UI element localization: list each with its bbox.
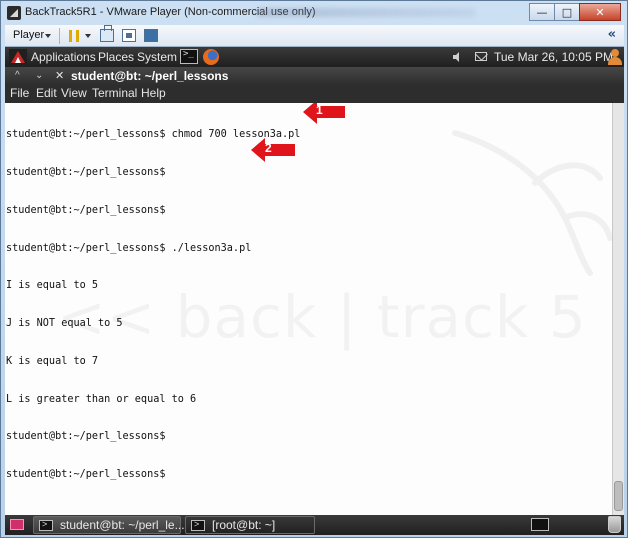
terminal-body[interactable]: << back | track 5 student@bt:~/perl_less… [5,103,624,515]
menu-help[interactable]: Help [141,86,166,100]
places-menu[interactable]: Places [98,50,134,64]
annotation-number: 1 [316,103,323,117]
collapse-toolbar-icon[interactable]: « [608,27,616,42]
menu-file[interactable]: File [10,86,29,100]
close-button[interactable]: ✕ [579,3,621,21]
terminal-close-icon[interactable]: ✕ [55,69,64,82]
backtrack-logo-icon[interactable] [9,49,27,65]
vmware-window: BackTrack5R1 - VMware Player (Non-commer… [0,0,628,538]
terminal-line: student@bt:~/perl_lessons$ [6,469,166,481]
volume-icon[interactable] [452,52,462,62]
terminal-titlebar[interactable]: ^ ⌄ ✕ student@bt: ~/perl_lessons [5,67,624,85]
trash-icon[interactable] [608,516,621,533]
annotation-arrow-1: 1 [303,103,345,124]
terminal-icon [39,519,53,531]
minimize-icon: — [536,5,548,19]
toolbar-separator [59,28,60,44]
minimize-button[interactable]: — [529,3,555,21]
network-devices-icon[interactable] [100,25,114,42]
taskbar-item-label: student@bt: ~/perl_le... [60,518,185,532]
gnome-bottom-panel: student@bt: ~/perl_le... [root@bt: ~] [5,515,624,535]
terminal-title: student@bt: ~/perl_lessons [71,69,229,83]
menu-edit[interactable]: Edit [36,86,57,100]
blurred-path [256,8,476,17]
taskbar-item-label: [root@bt: ~] [212,518,276,532]
terminal-line: student@bt:~/perl_lessons$ [6,166,166,178]
fullscreen-icon[interactable] [122,29,136,42]
gnome-top-panel: Applications Places System Tue Mar 26, 1… [5,47,624,67]
terminal-line: K is equal to 7 [6,355,99,367]
window-titlebar[interactable]: BackTrack5R1 - VMware Player (Non-commer… [1,1,627,25]
terminal-line: I is equal to 5 [6,280,99,292]
terminal-line: student@bt:~/perl_lessons$ ./lesson3a.pl [6,242,252,254]
annotation-arrow-2: 2 [251,138,295,162]
terminal-line: student@bt:~/perl_lessons$ [6,204,166,216]
terminal-line: J is NOT equal to 5 [6,318,123,330]
terminal-icon [191,519,205,531]
menu-view[interactable]: View [61,86,87,100]
maximize-icon: □ [561,5,573,19]
applications-menu[interactable]: Applications [31,50,96,64]
mail-icon[interactable] [475,52,487,61]
close-icon: ✕ [595,5,605,19]
terminal-line: student@bt:~/perl_lessons$ [6,431,166,443]
maximize-button[interactable]: □ [554,3,580,21]
pause-icon[interactable] [69,30,79,42]
vmware-app-icon [7,6,21,20]
guest-screen: Applications Places System Tue Mar 26, 1… [5,47,624,535]
panel-clock[interactable]: Tue Mar 26, 10:05 PM [494,50,613,64]
terminal-tray-icon[interactable] [531,518,549,531]
terminal-line: L is greater than or equal to 6 [6,393,197,405]
red-arrow-icon [303,103,345,124]
red-arrow-icon [251,138,295,162]
firefox-icon[interactable] [203,49,219,65]
terminal-scrollbar[interactable] [612,103,624,515]
system-menu[interactable]: System [137,50,177,64]
terminal-launcher-icon[interactable] [180,49,198,64]
annotation-number: 2 [265,141,272,155]
vmware-toolbar: Player « [5,25,624,47]
terminal-output: student@bt:~/perl_lessons$ chmod 700 les… [6,104,300,507]
chevron-up-icon[interactable]: ^ [15,70,20,81]
unity-icon[interactable] [144,29,158,42]
player-dropdown-icon [45,34,51,38]
backtrack-dragon-watermark [452,130,613,276]
taskbar-item-student-terminal[interactable]: student@bt: ~/perl_le... [33,516,185,534]
terminal-menubar: File Edit View Terminal Help [5,85,624,103]
terminal-window: ^ ⌄ ✕ student@bt: ~/perl_lessons File Ed… [5,67,624,515]
menu-terminal[interactable]: Terminal [92,86,137,100]
pause-dropdown-icon[interactable] [85,34,91,38]
window-controls: — □ ✕ [529,3,621,21]
player-menu-button[interactable]: Player [13,29,44,41]
show-desktop-icon[interactable] [10,519,24,530]
chevron-down-icon[interactable]: ⌄ [35,70,43,81]
scrollbar-thumb[interactable] [614,481,623,511]
taskbar-item-root-terminal[interactable]: [root@bt: ~] [185,516,315,534]
user-icon[interactable] [608,49,622,65]
